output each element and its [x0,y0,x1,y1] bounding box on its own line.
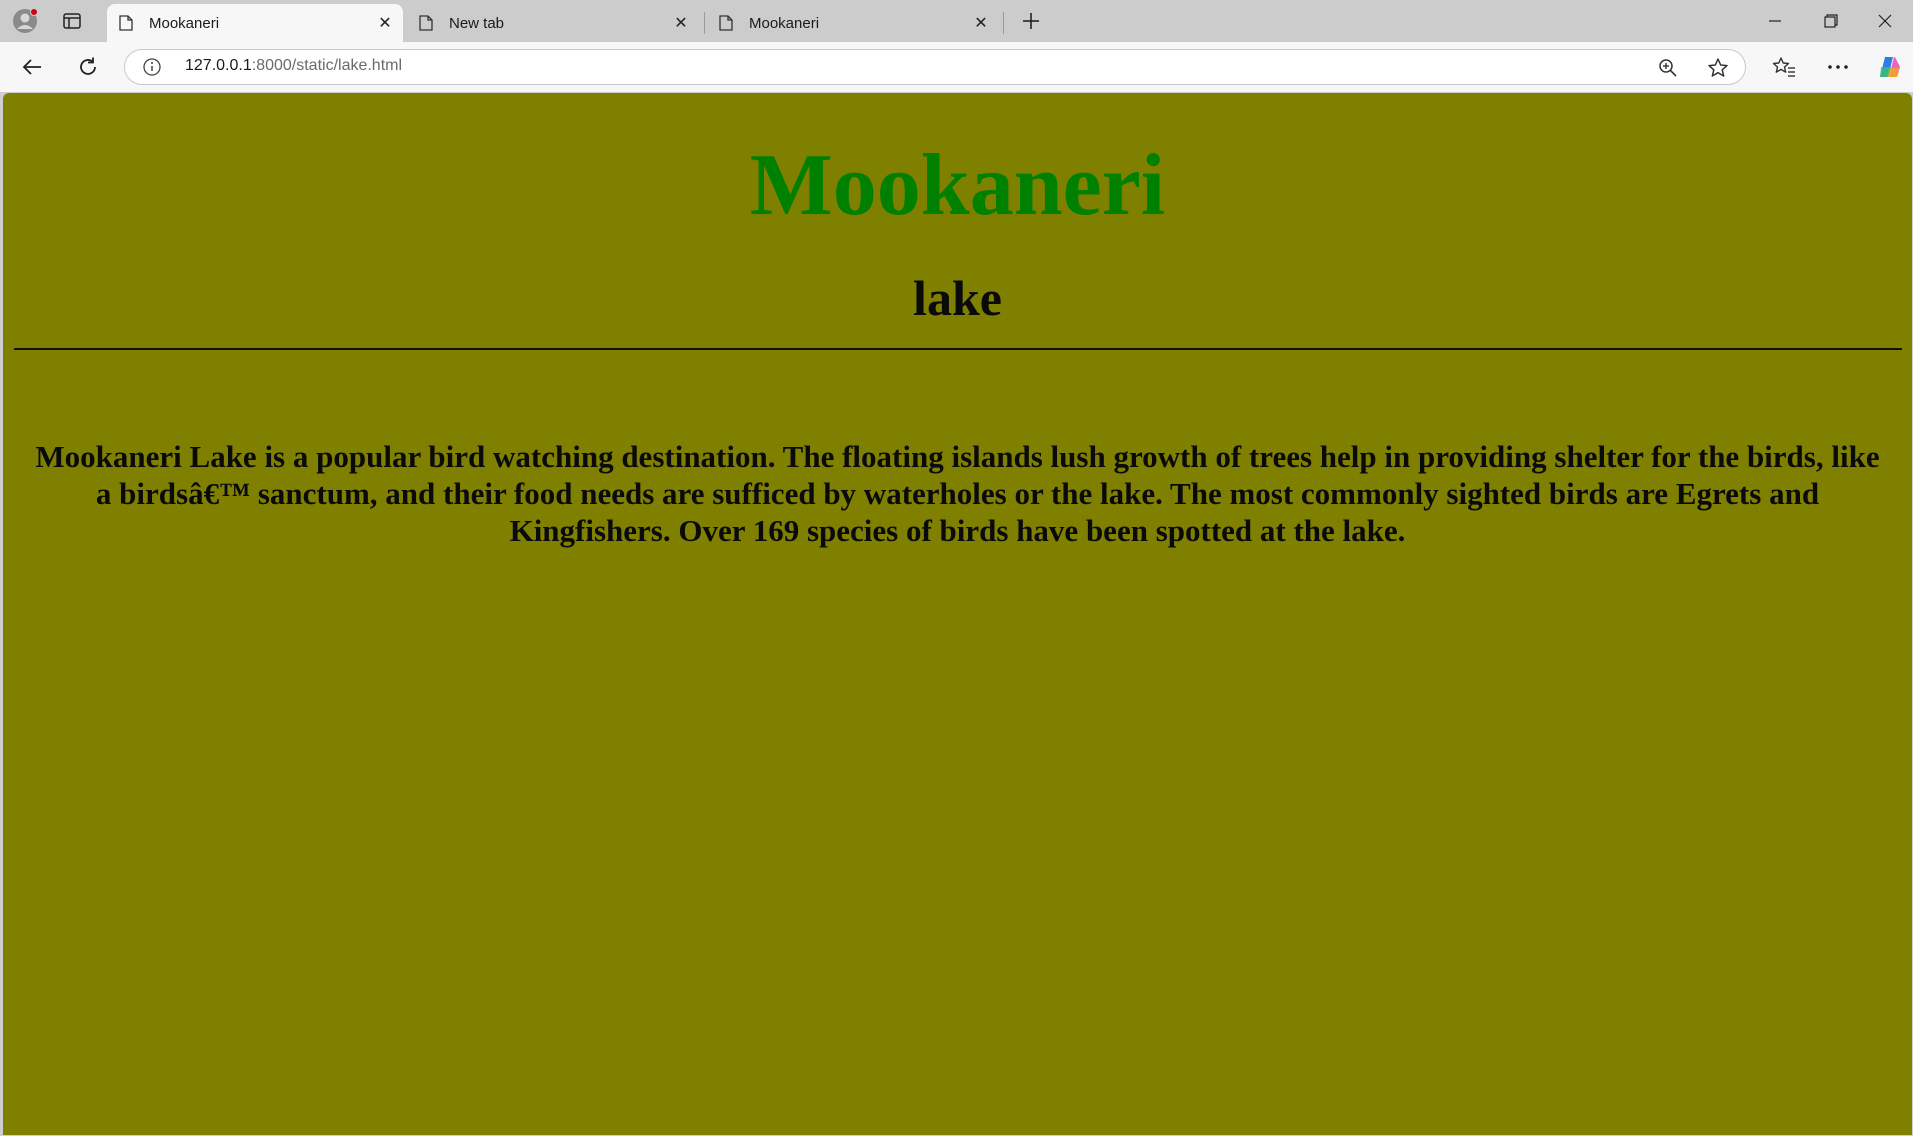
tab-label: Mookaneri [749,14,820,32]
favorites-icon [1772,57,1795,77]
document-icon [719,15,733,31]
zoom-icon [1659,59,1677,77]
page-subtitle: lake [913,270,1002,326]
window-close-button[interactable] [1857,0,1913,42]
profile-icon [13,8,38,33]
tab-separator [704,12,705,34]
tab-actions-icon [63,13,81,29]
close-icon[interactable]: ✕ [373,11,397,35]
copilot-button[interactable] [1872,50,1908,84]
zoom-button[interactable] [1655,55,1681,81]
favorite-star-icon [1708,58,1728,77]
more-icon [1828,65,1848,69]
horizontal-rule [14,348,1902,350]
tab-label: New tab [449,14,505,32]
document-icon [119,15,133,31]
tab-actions-button[interactable] [55,6,89,36]
url-text[interactable]: 127.0.0.1:8000/static/lake.html [185,57,402,75]
tab-label: Mookaneri [149,14,220,32]
favorites-button[interactable] [1766,50,1802,84]
browser-toolbar: 127.0.0.1:8000/static/lake.html [0,42,1913,92]
profile-button[interactable] [8,6,42,36]
browser-titlebar: Mookaneri ✕ New tab ✕ Mookaneri ✕ [0,0,1913,42]
tab-new-tab[interactable]: New tab ✕ [407,4,699,42]
page-title: Mookaneri [749,137,1166,234]
tab-separator [1003,12,1004,34]
url-host: 127.0.0.1 [185,57,252,74]
tab-mookaneri-active[interactable]: Mookaneri ✕ [107,4,403,42]
document-icon [419,15,433,31]
description-paragraph: Mookaneri Lake is a popular bird watchin… [35,439,1880,548]
close-icon[interactable]: ✕ [669,11,693,35]
page-viewport: Mookaneri lake Mookaneri Lake is a popul… [3,93,1912,1135]
copilot-icon [1880,57,1900,77]
url-path: :8000/static/lake.html [251,57,403,74]
new-tab-icon [1023,13,1039,29]
more-button[interactable] [1820,50,1856,84]
restore-icon [1824,14,1838,28]
minimize-button[interactable] [1747,0,1803,42]
add-favorite-button[interactable] [1705,55,1731,81]
back-button[interactable] [14,50,50,84]
reload-button[interactable] [70,50,106,84]
back-icon [22,59,41,75]
tab-mookaneri[interactable]: Mookaneri ✕ [707,4,999,42]
info-icon[interactable] [143,58,161,76]
new-tab-button[interactable] [1014,6,1048,36]
restore-button[interactable] [1803,0,1859,42]
window-close-icon [1878,14,1892,28]
minimize-icon [1769,20,1781,22]
close-icon[interactable]: ✕ [969,11,993,35]
address-bar[interactable]: 127.0.0.1:8000/static/lake.html [124,49,1746,85]
reload-icon [80,57,96,75]
